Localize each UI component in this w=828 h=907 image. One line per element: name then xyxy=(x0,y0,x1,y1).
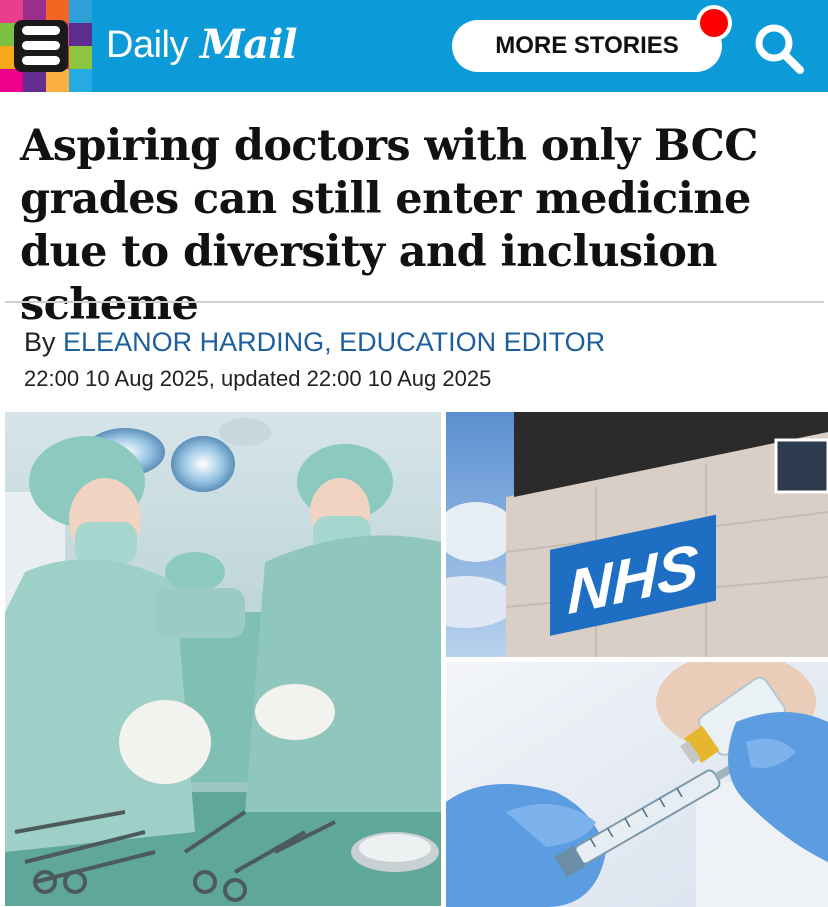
nhs-sign-photo[interactable]: NHS xyxy=(446,412,828,657)
logo-daily: Daily xyxy=(106,24,188,66)
vaccine-syringe-photo[interactable] xyxy=(446,662,828,907)
menu-bar xyxy=(22,26,60,35)
menu-bar xyxy=(22,56,60,65)
hamburger-menu-icon[interactable] xyxy=(14,20,68,72)
byline-prefix: By xyxy=(24,327,56,357)
brand-tile-square xyxy=(69,23,92,46)
brand-tile-square xyxy=(0,69,23,92)
surgeons-operating-photo[interactable] xyxy=(5,412,441,906)
search-icon[interactable] xyxy=(748,18,808,78)
logo-mail: Mail xyxy=(200,21,298,68)
brand-tile-square xyxy=(23,69,46,92)
notification-dot xyxy=(696,5,732,41)
brand-tile-square xyxy=(69,46,92,69)
author-link[interactable]: ELEANOR HARDING, EDUCATION EDITOR xyxy=(63,327,605,357)
brand-tile-square xyxy=(69,69,92,92)
brand-tile-square xyxy=(69,0,92,23)
menu-bar xyxy=(22,41,60,50)
article-dateline: 22:00 10 Aug 2025, updated 22:00 10 Aug … xyxy=(24,366,492,391)
brand-tile-square xyxy=(46,69,69,92)
site-header: Daily Mail MORE STORIES xyxy=(0,0,828,92)
more-stories-button[interactable]: MORE STORIES xyxy=(452,20,722,72)
headline-divider xyxy=(5,301,824,303)
byline: By ELEANOR HARDING, EDUCATION EDITOR xyxy=(24,327,605,358)
